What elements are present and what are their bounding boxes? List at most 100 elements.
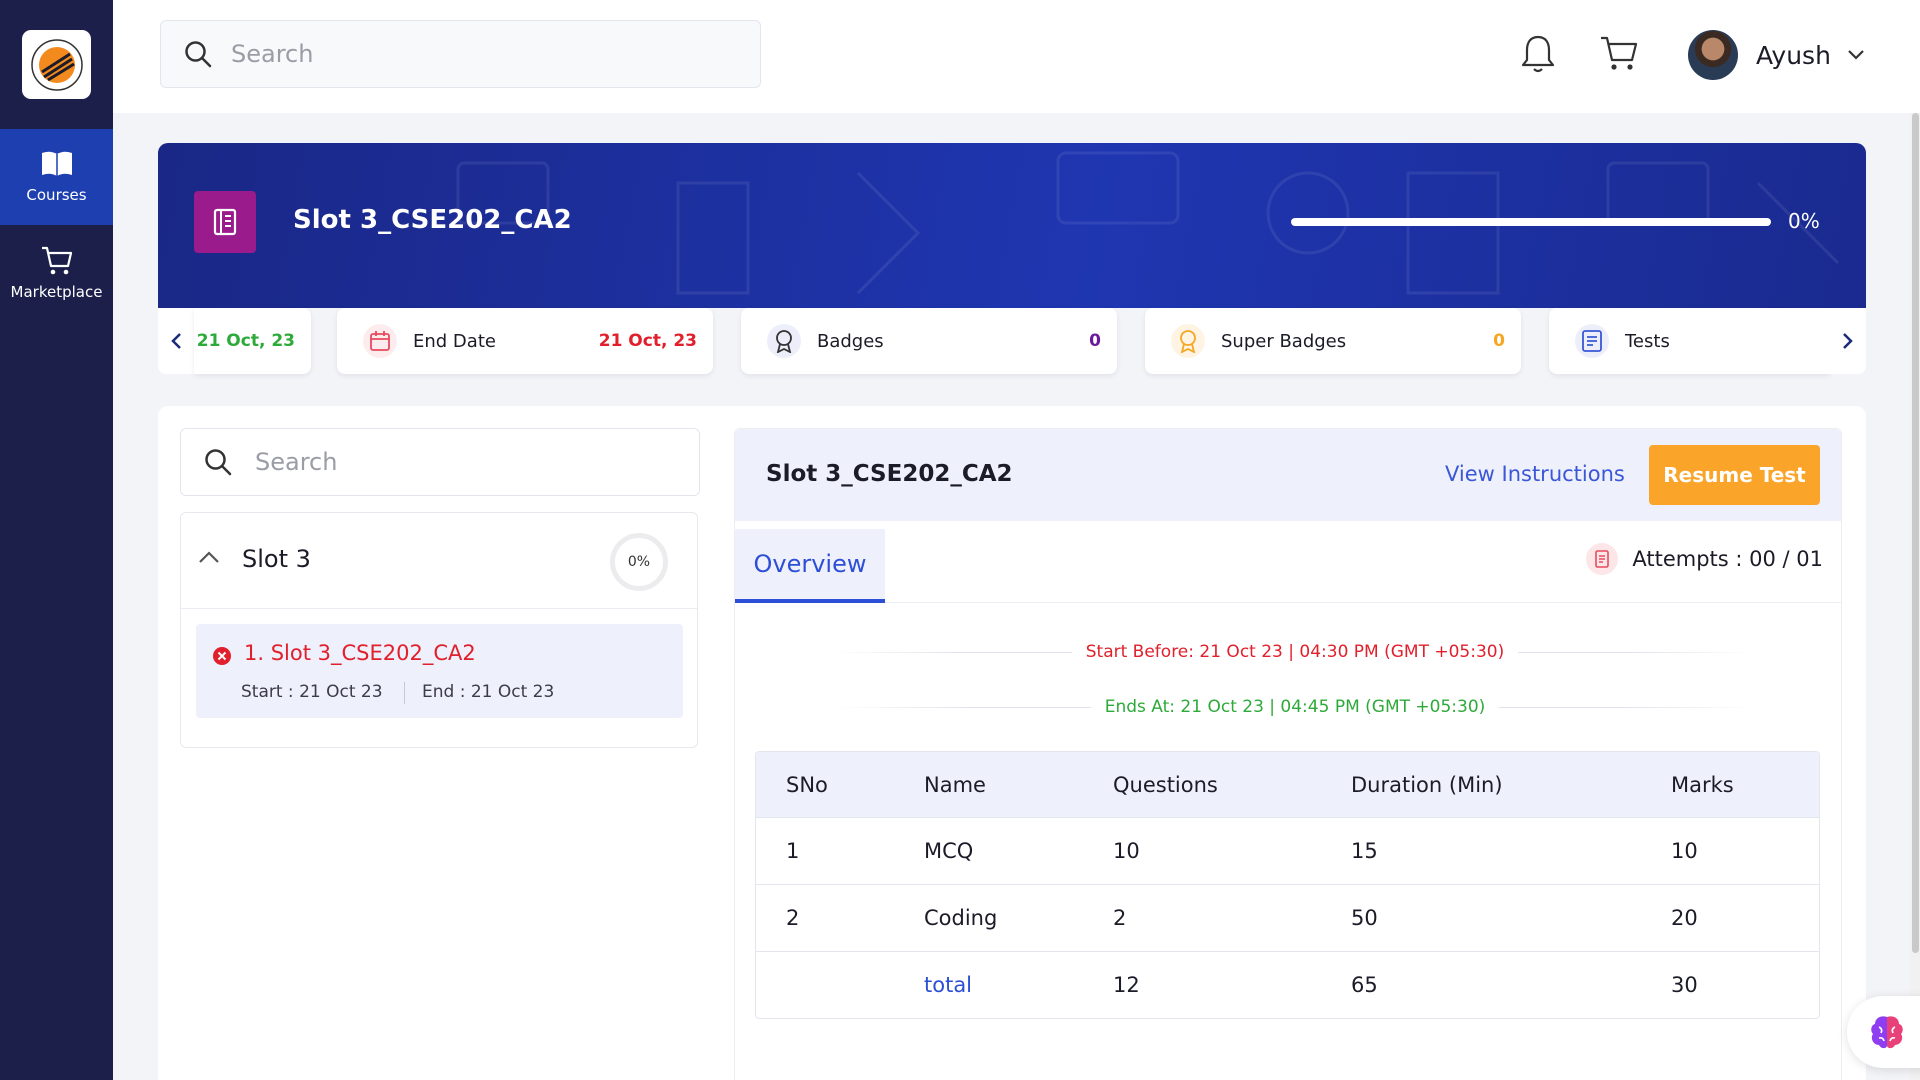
test-item-title: 1. Slot 3_CSE202_CA2 bbox=[244, 641, 476, 665]
tab-overview[interactable]: Overview bbox=[735, 529, 885, 603]
table-total-row: total 12 65 30 bbox=[756, 951, 1819, 1018]
scroll-right-button[interactable] bbox=[1830, 308, 1866, 374]
table-cell: 50 bbox=[1351, 906, 1378, 930]
test-item-start: Start : 21 Oct 23 bbox=[241, 682, 383, 702]
tests-label: Tests bbox=[1625, 330, 1670, 352]
super-badges-value: 0 bbox=[1493, 331, 1505, 351]
chevron-left-icon bbox=[171, 333, 181, 349]
course-banner: Slot 3_CSE202_CA2 0% bbox=[158, 143, 1866, 308]
end-date-label: End Date bbox=[413, 330, 496, 352]
progress-percent: 0% bbox=[1788, 209, 1820, 233]
start-date-value: 21 Oct, 23 bbox=[196, 331, 295, 351]
table-cell: 15 bbox=[1351, 839, 1378, 863]
view-instructions-link[interactable]: View Instructions bbox=[1445, 462, 1625, 486]
chevron-down-icon bbox=[1848, 50, 1864, 60]
slot-progress-value: 0% bbox=[627, 554, 651, 570]
super-badges-label: Super Badges bbox=[1221, 330, 1347, 352]
progress-bar bbox=[1291, 218, 1771, 226]
notifications-button[interactable] bbox=[1519, 34, 1557, 78]
table-cell: 12 bbox=[1113, 973, 1140, 997]
test-header: Slot 3_CSE202_CA2 View Instructions Resu… bbox=[735, 429, 1841, 521]
module-search-input[interactable] bbox=[255, 448, 685, 476]
divider bbox=[835, 706, 1091, 708]
table-header-row: SNo Name Questions Duration (Min) Marks bbox=[756, 752, 1819, 817]
table-cell: Coding bbox=[924, 906, 998, 930]
sidebar: Courses Marketplace bbox=[0, 0, 113, 1080]
tests-icon bbox=[1582, 330, 1602, 352]
attempts-icon-wrap bbox=[1586, 543, 1619, 575]
slot-accordion-header[interactable]: Slot 3 0% bbox=[181, 513, 697, 609]
super-badge-icon bbox=[1180, 330, 1196, 353]
resume-test-button[interactable]: Resume Test bbox=[1649, 445, 1820, 505]
global-search bbox=[160, 20, 761, 88]
profile-menu[interactable]: Ayush bbox=[1688, 30, 1865, 80]
search-input[interactable] bbox=[231, 40, 711, 68]
table-cell: 10 bbox=[1113, 839, 1140, 863]
column-header: Name bbox=[924, 772, 986, 797]
badge-icon-wrap bbox=[767, 324, 801, 358]
error-icon bbox=[213, 647, 231, 665]
ai-assistant-button[interactable] bbox=[1847, 996, 1920, 1068]
sidebar-item-courses[interactable]: Courses bbox=[0, 129, 113, 225]
test-title: Slot 3_CSE202_CA2 bbox=[766, 461, 1013, 487]
course-title: Slot 3_CSE202_CA2 bbox=[293, 205, 572, 235]
end-date-card: End Date 21 Oct, 23 bbox=[337, 308, 713, 374]
ends-at-text: Ends At: 21 Oct 23 | 04:45 PM (GMT +05:3… bbox=[1104, 697, 1486, 717]
super-badge-icon-wrap bbox=[1171, 324, 1205, 358]
cart-icon bbox=[1601, 36, 1638, 70]
divider bbox=[1499, 706, 1756, 708]
divider bbox=[835, 651, 1072, 653]
table-cell: 2 bbox=[1113, 906, 1127, 930]
start-date-card: 21 Oct, 23 bbox=[194, 308, 311, 374]
start-before-text: Start Before: 21 Oct 23 | 04:30 PM (GMT … bbox=[1085, 642, 1505, 662]
logo-icon bbox=[30, 38, 83, 91]
attempts-text: Attempts : 00 / 01 bbox=[1632, 547, 1823, 571]
sidebar-item-label: Marketplace bbox=[10, 283, 103, 301]
chevron-up-icon bbox=[199, 551, 219, 563]
search-icon bbox=[205, 449, 232, 476]
column-header: Duration (Min) bbox=[1351, 772, 1503, 797]
notebook-icon bbox=[213, 208, 237, 236]
table-row: 2 Coding 2 50 20 bbox=[756, 884, 1819, 951]
sections-table: SNo Name Questions Duration (Min) Marks … bbox=[755, 751, 1820, 1019]
tests-icon-wrap bbox=[1575, 324, 1609, 358]
university-logo[interactable] bbox=[22, 30, 91, 99]
chevron-right-icon bbox=[1843, 333, 1853, 349]
slot-progress-ring: 0% bbox=[610, 533, 668, 591]
table-cell: 20 bbox=[1671, 906, 1698, 930]
top-bar: Ayush bbox=[113, 0, 1920, 113]
divider bbox=[404, 682, 405, 704]
cart-icon bbox=[41, 246, 72, 275]
bell-icon bbox=[1521, 35, 1555, 73]
column-header: SNo bbox=[786, 772, 828, 797]
table-cell: 65 bbox=[1351, 973, 1378, 997]
calendar-icon bbox=[370, 331, 390, 351]
scroll-left-button[interactable] bbox=[158, 308, 194, 374]
book-icon bbox=[41, 151, 72, 176]
sidebar-item-label: Courses bbox=[26, 186, 87, 204]
sidebar-item-marketplace[interactable]: Marketplace bbox=[0, 225, 113, 321]
table-cell: 30 bbox=[1671, 973, 1698, 997]
course-info-cards: 21 Oct, 23 End Date 21 Oct, 23 Badges 0 bbox=[158, 308, 1866, 374]
start-before-row: Start Before: 21 Oct 23 | 04:30 PM (GMT … bbox=[835, 640, 1755, 664]
calendar-icon-wrap bbox=[363, 324, 397, 358]
ends-at-row: Ends At: 21 Oct 23 | 04:45 PM (GMT +05:3… bbox=[835, 695, 1756, 719]
column-header: Marks bbox=[1671, 772, 1734, 797]
test-detail-panel: Slot 3_CSE202_CA2 View Instructions Resu… bbox=[734, 428, 1842, 1080]
table-cell: 2 bbox=[786, 906, 800, 930]
table-cell: 1 bbox=[786, 839, 800, 863]
badges-label: Badges bbox=[817, 330, 884, 352]
cart-button[interactable] bbox=[1599, 34, 1639, 76]
badges-value: 0 bbox=[1089, 331, 1101, 351]
end-date-value: 21 Oct, 23 bbox=[598, 331, 697, 351]
tabs-bar: Overview Attempts : 00 / 01 bbox=[735, 521, 1841, 603]
document-icon bbox=[1595, 550, 1610, 568]
main-panel: Slot 3 0% 1. Slot 3_CSE202_CA2 Start : 2… bbox=[158, 406, 1866, 1080]
scrollbar-thumb[interactable] bbox=[1912, 113, 1919, 953]
super-badges-card: Super Badges 0 bbox=[1145, 308, 1521, 374]
column-header: Questions bbox=[1113, 772, 1218, 797]
list-item-test[interactable]: 1. Slot 3_CSE202_CA2 Start : 21 Oct 23 E… bbox=[196, 624, 683, 718]
total-label: total bbox=[924, 973, 973, 997]
user-name: Ayush bbox=[1756, 40, 1831, 70]
divider bbox=[1518, 651, 1755, 653]
